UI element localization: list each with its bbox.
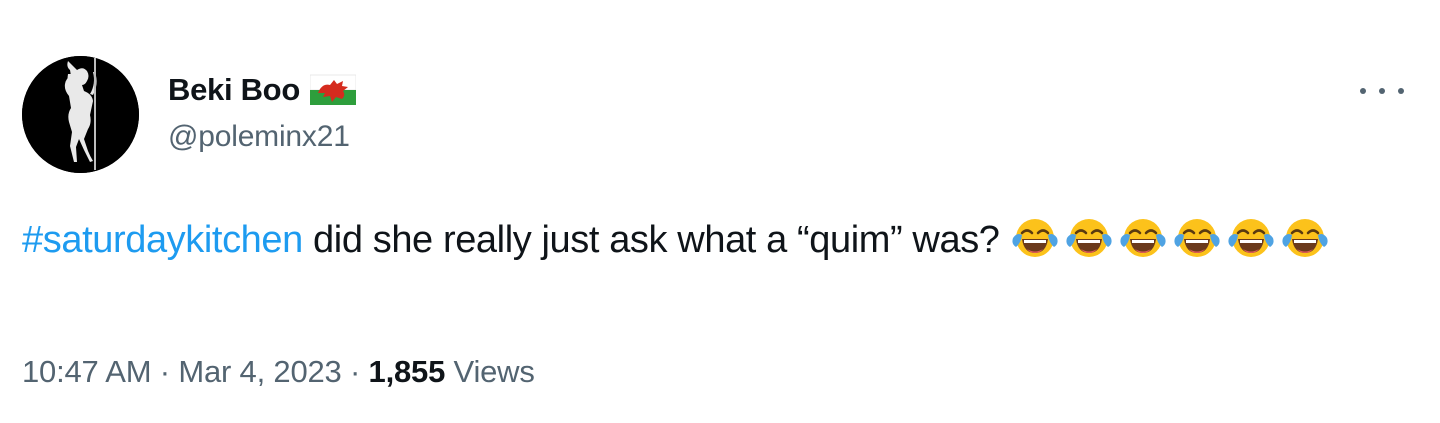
- tweet-body: did she really just ask what a “quim” wa…: [302, 219, 1010, 261]
- tweet-text: #saturdaykitchen did she really just ask…: [22, 215, 1412, 265]
- tweet-meta: 10:47 AM · Mar 4, 2023 · 1,855 Views: [22, 354, 535, 390]
- more-options-button[interactable]: [1360, 80, 1404, 102]
- user-handle[interactable]: @poleminx21: [168, 120, 350, 154]
- views-count: 1,855: [368, 354, 446, 389]
- face-with-tears-of-joy-icon: [1280, 216, 1330, 262]
- meta-separator: ·: [151, 354, 179, 389]
- display-name-row[interactable]: Beki Boo: [168, 70, 357, 110]
- silhouette-icon: [22, 56, 139, 173]
- face-with-tears-of-joy-icon: [1064, 216, 1114, 262]
- tweet-card[interactable]: Beki Boo @poleminx21 #saturdaykitchen di…: [0, 0, 1440, 423]
- more-dot-icon: [1379, 88, 1385, 94]
- face-with-tears-of-joy-icon: [1010, 216, 1060, 262]
- meta-separator: ·: [341, 354, 369, 389]
- tweet-time[interactable]: 10:47 AM: [22, 354, 152, 389]
- hashtag-link[interactable]: #saturdaykitchen: [22, 219, 303, 261]
- more-dot-icon: [1360, 88, 1366, 94]
- face-with-tears-of-joy-icon: [1226, 216, 1276, 262]
- more-dot-icon: [1398, 88, 1404, 94]
- face-with-tears-of-joy-icon: [1172, 216, 1222, 262]
- tweet-date[interactable]: Mar 4, 2023: [178, 354, 341, 389]
- display-name[interactable]: Beki Boo: [168, 72, 300, 108]
- views-label: Views: [445, 354, 535, 389]
- avatar[interactable]: [22, 56, 139, 173]
- wales-flag-icon: [309, 73, 357, 107]
- face-with-tears-of-joy-icon: [1118, 216, 1168, 262]
